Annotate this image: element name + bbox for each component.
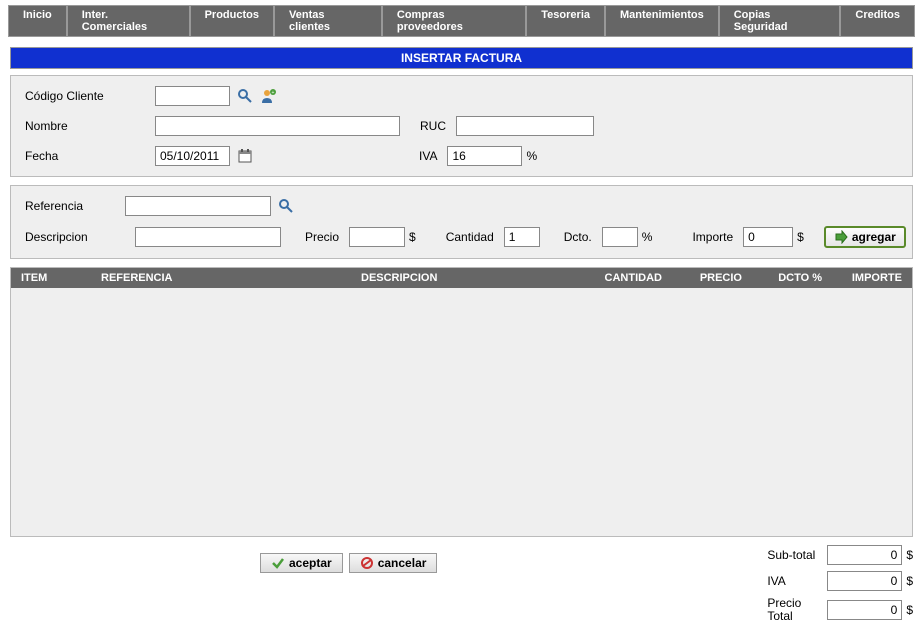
- line-entry-panel: Referencia Descripcion Precio $ Cantidad…: [10, 185, 913, 259]
- importe-label: Importe: [692, 230, 733, 244]
- dcto-unit: %: [642, 230, 653, 244]
- menu-tesoreria[interactable]: Tesoreria: [526, 5, 605, 37]
- menu-inter-comerciales[interactable]: Inter. Comerciales: [67, 5, 190, 37]
- total-currency: $: [906, 603, 913, 617]
- customer-panel: Código Cliente + Nombre RUC Fecha IVA %: [10, 75, 913, 177]
- dcto-input[interactable]: [602, 227, 638, 247]
- cantidad-input[interactable]: [504, 227, 540, 247]
- precio-label: Precio: [305, 230, 339, 244]
- add-user-icon[interactable]: +: [260, 87, 278, 105]
- menu-compras-proveedores[interactable]: Compras proveedores: [382, 5, 526, 37]
- precio-total-label: Precio Total: [767, 597, 827, 623]
- page-title: INSERTAR FACTURA: [10, 47, 913, 69]
- referencia-label: Referencia: [25, 199, 125, 213]
- subtotal-value: [827, 545, 902, 565]
- menu-mantenimientos[interactable]: Mantenimientos: [605, 5, 719, 37]
- agregar-button[interactable]: agregar: [824, 226, 906, 248]
- fecha-label: Fecha: [25, 149, 155, 163]
- col-referencia: REFERENCIA: [101, 272, 361, 284]
- col-precio: PRECIO: [662, 272, 742, 284]
- iva-label: IVA: [419, 149, 437, 163]
- menu-creditos[interactable]: Creditos: [840, 5, 915, 37]
- cancelar-button[interactable]: cancelar: [349, 553, 438, 573]
- referencia-input[interactable]: [125, 196, 271, 216]
- dcto-label: Dcto.: [564, 230, 592, 244]
- ruc-label: RUC: [420, 119, 446, 133]
- importe-unit: $: [797, 230, 804, 244]
- precio-total-value: [827, 600, 902, 620]
- search-referencia-icon[interactable]: [277, 197, 295, 215]
- nombre-input[interactable]: [155, 116, 400, 136]
- importe-input[interactable]: [743, 227, 793, 247]
- menu-ventas-clientes[interactable]: Ventas clientes: [274, 5, 382, 37]
- cancelar-label: cancelar: [378, 556, 427, 570]
- table-header: ITEM REFERENCIA DESCRIPCION CANTIDAD PRE…: [11, 268, 912, 288]
- descripcion-label: Descripcion: [25, 230, 125, 244]
- descripcion-input[interactable]: [135, 227, 281, 247]
- menubar: Inicio Inter. Comerciales Productos Vent…: [8, 5, 915, 37]
- col-descripcion: DESCRIPCION: [361, 272, 582, 284]
- aceptar-button[interactable]: aceptar: [260, 553, 343, 573]
- cantidad-label: Cantidad: [446, 230, 494, 244]
- fecha-input[interactable]: [155, 146, 230, 166]
- menu-inicio[interactable]: Inicio: [8, 5, 67, 37]
- iva-total-label: IVA: [767, 574, 827, 588]
- svg-text:+: +: [272, 90, 275, 96]
- items-table: ITEM REFERENCIA DESCRIPCION CANTIDAD PRE…: [10, 267, 913, 537]
- iva-total-value: [827, 571, 902, 591]
- ruc-input[interactable]: [456, 116, 594, 136]
- iva-input[interactable]: [447, 146, 522, 166]
- precio-unit: $: [409, 230, 416, 244]
- footer: aceptar cancelar Sub-total $ IVA $ Preci…: [10, 545, 913, 623]
- table-body: [11, 288, 912, 536]
- precio-input[interactable]: [349, 227, 405, 247]
- nombre-label: Nombre: [25, 119, 155, 133]
- agregar-label: agregar: [852, 230, 896, 244]
- subtotal-currency: $: [906, 548, 913, 562]
- calendar-icon[interactable]: [236, 147, 254, 165]
- check-icon: [271, 556, 285, 570]
- col-cantidad: CANTIDAD: [582, 272, 662, 284]
- add-arrow-icon: [834, 230, 848, 244]
- menu-copias-seguridad[interactable]: Copias Seguridad: [719, 5, 841, 37]
- iva-currency: $: [906, 574, 913, 588]
- codigo-cliente-label: Código Cliente: [25, 89, 155, 103]
- aceptar-label: aceptar: [289, 556, 332, 570]
- menu-productos[interactable]: Productos: [190, 5, 274, 37]
- subtotal-label: Sub-total: [767, 548, 827, 562]
- col-dcto: DCTO %: [742, 272, 822, 284]
- totals-panel: Sub-total $ IVA $ Precio Total $: [767, 545, 913, 623]
- search-icon[interactable]: [236, 87, 254, 105]
- codigo-cliente-input[interactable]: [155, 86, 230, 106]
- iva-unit: %: [526, 149, 537, 163]
- cancel-icon: [360, 556, 374, 570]
- col-importe: IMPORTE: [822, 272, 902, 284]
- col-item: ITEM: [21, 272, 101, 284]
